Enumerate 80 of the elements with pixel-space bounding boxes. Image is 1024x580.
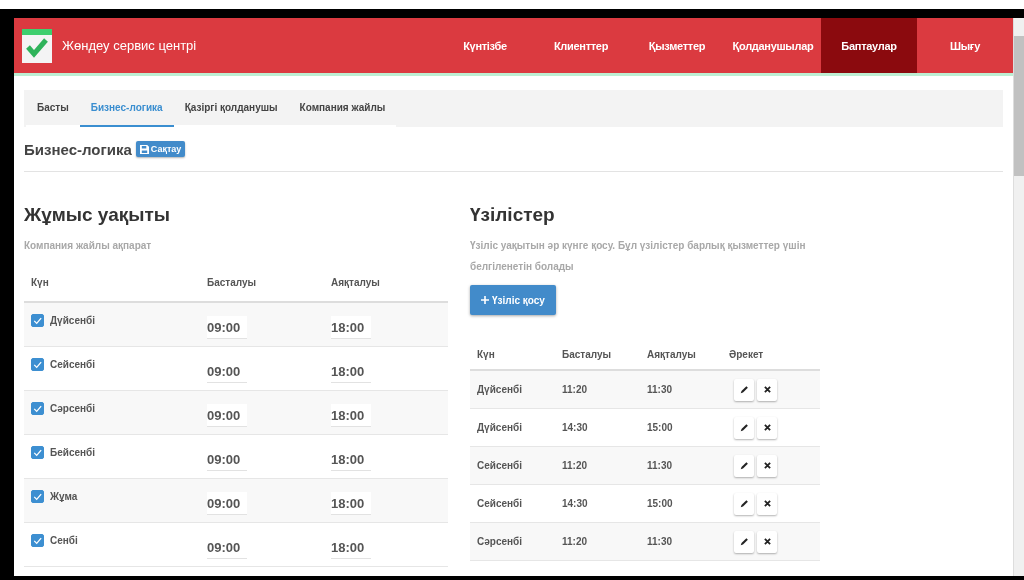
delete-button[interactable] [757, 378, 777, 401]
delete-button[interactable] [757, 454, 777, 477]
close-icon [762, 461, 772, 470]
checkbox[interactable] [31, 446, 44, 459]
column-header: Аяқталуы [331, 276, 380, 288]
edit-button[interactable] [734, 378, 754, 401]
tab[interactable]: Басты [26, 90, 80, 127]
calendar-check-icon [22, 28, 52, 63]
section-subtitle: Компания жайлы ақпарат [24, 240, 153, 251]
save-button[interactable]: Сақтау [135, 141, 186, 157]
pencil-icon [739, 499, 749, 508]
table-cell-text: Сейсенбі [476, 498, 524, 509]
nav-item[interactable]: Қызметтер [629, 18, 725, 73]
close-icon [762, 537, 772, 546]
nav-item[interactable]: Қолданушылар [725, 18, 821, 73]
section-description: Үзіліс уақытын әр күнге қосу. Бұл үзілістер барлық қызметтер үшін белгіленетін болады [470, 239, 807, 274]
delete-button[interactable] [757, 492, 777, 515]
edit-button[interactable] [734, 530, 754, 553]
day-label: Сейсенбі [50, 359, 96, 370]
table-cell-text: 11:30 [646, 384, 674, 395]
time-field[interactable]: 09:00 [207, 316, 247, 339]
table-cell-text: 11:30 [646, 536, 674, 547]
close-icon [762, 423, 772, 432]
app-title: Жөндеу сервис центрі [62, 38, 197, 53]
section-title: Жұмыс уақыты [24, 204, 172, 226]
close-icon [762, 385, 772, 394]
delete-button[interactable] [757, 530, 777, 553]
checkbox[interactable] [31, 314, 44, 327]
day-label: Жұма [50, 491, 78, 502]
pencil-icon [739, 537, 749, 546]
time-field[interactable]: 18:00 [331, 404, 371, 427]
column-header: Әрекет [729, 348, 765, 360]
time-field[interactable]: 18:00 [331, 492, 371, 515]
nav-item[interactable]: Күнтізбе [437, 18, 533, 73]
table-cell-text: Сәрсенбі [476, 536, 523, 547]
nav-item[interactable]: Баптаулар [821, 18, 917, 73]
day-label: Дүйсенбі [50, 315, 95, 326]
time-field[interactable]: 09:00 [207, 492, 247, 515]
nav-item[interactable]: Клиенттер [533, 18, 629, 73]
tab[interactable]: Компания жайлы [288, 90, 397, 127]
close-icon [762, 499, 772, 508]
column-header: Күн [30, 276, 50, 288]
day-label: Бейсенбі [50, 447, 95, 458]
scrollbar[interactable] [1013, 18, 1024, 576]
table-cell-text: 11:20 [561, 384, 589, 395]
checkbox[interactable] [31, 358, 44, 371]
pencil-icon [739, 385, 749, 394]
edit-button[interactable] [734, 492, 754, 515]
nav-item[interactable]: Шығу [917, 18, 1013, 73]
day-label: Сәрсенбі [50, 403, 95, 414]
page-title: Бизнес-логика [24, 140, 132, 158]
table-cell-text: 11:30 [646, 460, 674, 471]
day-label: Сенбі [50, 535, 78, 546]
table-cell-text: 15:00 [646, 422, 674, 433]
column-header: Басталуы [207, 276, 258, 288]
pencil-icon [739, 423, 749, 432]
table-cell-text: 14:30 [561, 498, 589, 509]
add-break-button[interactable]: Үзіліс қосу [470, 285, 556, 315]
table-cell-text: 11:20 [561, 460, 589, 471]
checkbox[interactable] [31, 402, 44, 415]
edit-button[interactable] [734, 454, 754, 477]
plus-icon [481, 296, 489, 304]
column-header: Күн [476, 348, 496, 360]
time-field[interactable]: 09:00 [207, 404, 247, 427]
time-field[interactable]: 18:00 [331, 316, 371, 339]
table-cell-text: 14:30 [561, 422, 589, 433]
checkbox[interactable] [31, 490, 44, 503]
column-header: Басталуы [561, 348, 613, 360]
edit-button[interactable] [734, 416, 754, 439]
table-cell-text: 11:20 [561, 536, 589, 547]
checkbox[interactable] [31, 534, 44, 547]
table-cell-text: Дүйсенбі [476, 384, 523, 395]
tab[interactable]: Қазіргі қолданушы [173, 90, 289, 127]
table-cell-text: Дүйсенбі [476, 422, 523, 433]
pencil-icon [739, 461, 749, 470]
delete-button[interactable] [757, 416, 777, 439]
table-cell-text: 15:00 [646, 498, 674, 509]
table-cell-text: Сейсенбі [476, 460, 524, 471]
column-header: Аяқталуы [646, 348, 697, 360]
section-title: Үзілістер [470, 204, 556, 226]
